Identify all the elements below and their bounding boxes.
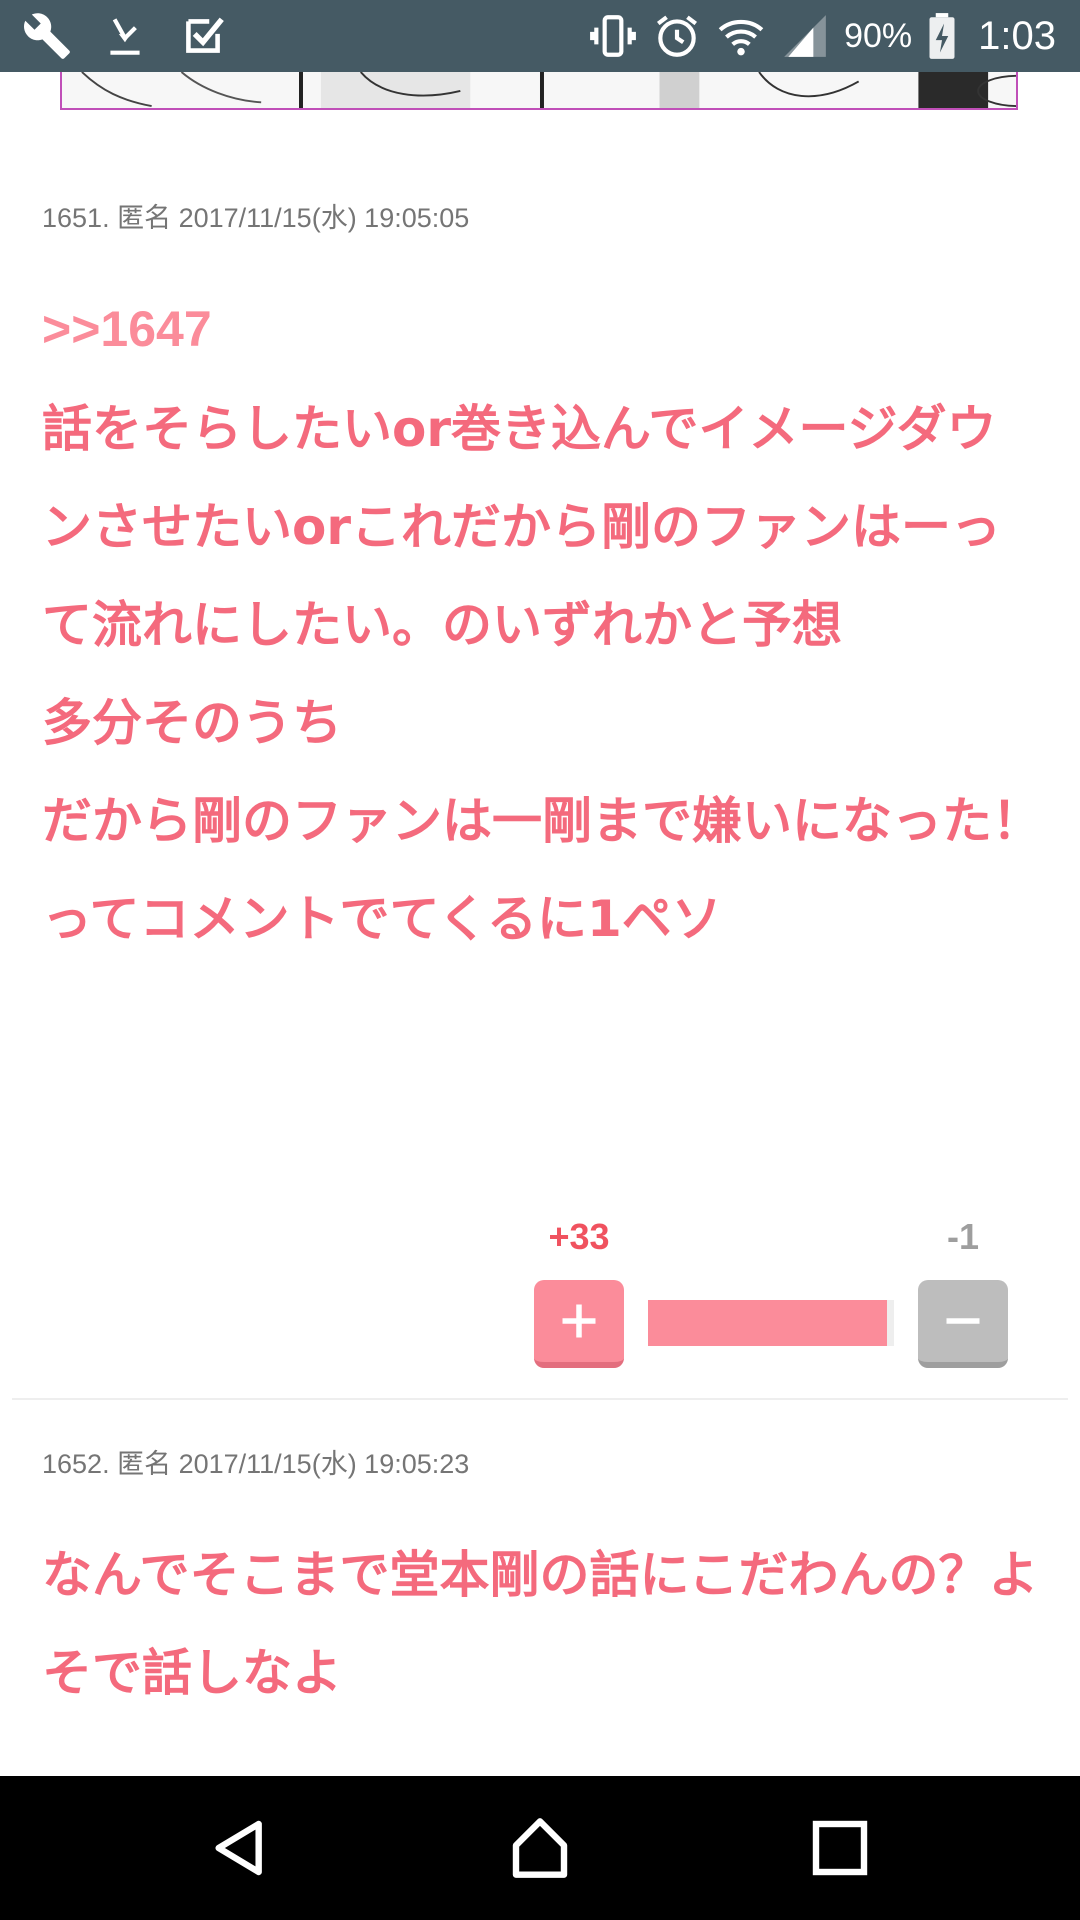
alarm-icon <box>652 11 702 61</box>
minus-icon <box>946 1318 980 1324</box>
checkbox-icon <box>178 11 228 61</box>
download-done-icon <box>100 11 150 61</box>
signal-icon <box>780 11 830 61</box>
status-bar-left <box>22 10 228 62</box>
vote-ratio-fill <box>648 1300 887 1346</box>
comment-divider <box>12 1398 1068 1400</box>
home-button[interactable] <box>508 1816 572 1880</box>
recents-button[interactable] <box>808 1816 872 1880</box>
home-icon <box>512 1818 568 1878</box>
status-bar: 90% 1:03 <box>0 0 1080 72</box>
navigation-bar <box>0 1776 1080 1920</box>
clock-time: 1:03 <box>978 13 1056 58</box>
wrench-icon <box>22 11 72 61</box>
comment-body: 話をそらしたいor巻き込んでイメージダウンさせたいorこれだから剛のファンはーっ… <box>42 400 1042 948</box>
vote-ratio-bar <box>648 1300 894 1346</box>
back-button[interactable] <box>208 1816 272 1880</box>
battery-percent: 90% <box>844 16 913 55</box>
comment-meta: 1651. 匿名 2017/11/15(水) 19:05:05 <box>42 203 470 233</box>
plus-vote-button[interactable] <box>534 1280 624 1368</box>
vibrate-icon <box>588 11 638 61</box>
battery-charging-icon <box>926 11 958 61</box>
plus-icon <box>562 1304 596 1338</box>
reply-link[interactable]: >>1647 <box>42 300 212 358</box>
wifi-icon <box>716 11 766 61</box>
comment-body: なんでそこまで堂本剛の話にこだわんの？よそで話しなよ <box>42 1546 1039 1702</box>
back-triangle-icon <box>215 1820 262 1876</box>
minus-vote-button[interactable] <box>918 1280 1008 1368</box>
minus-vote-count: -1 <box>946 1216 979 1257</box>
manga-image[interactable] <box>60 72 1018 110</box>
comment-meta: 1652. 匿名 2017/11/15(水) 19:05:23 <box>42 1449 470 1479</box>
recents-square-icon <box>812 1820 868 1876</box>
status-bar-right: 90% 1:03 <box>588 8 1056 64</box>
plus-vote-count: +33 <box>548 1216 610 1257</box>
